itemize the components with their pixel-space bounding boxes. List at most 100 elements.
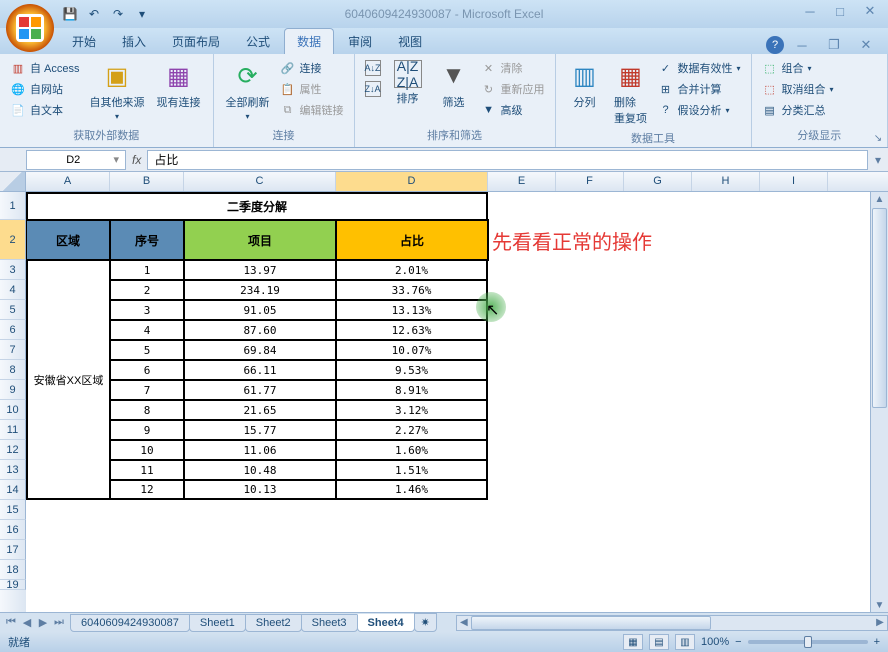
redo-button[interactable]: ↷: [108, 4, 128, 24]
sheet-tab-4[interactable]: Sheet4: [357, 614, 415, 632]
cell[interactable]: 9: [110, 420, 184, 440]
cell[interactable]: 13.13%: [336, 300, 488, 320]
doc-restore-button[interactable]: ❐: [820, 36, 848, 54]
refresh-all-button[interactable]: ⟳全部刷新▾: [222, 58, 274, 123]
tab-review[interactable]: 审阅: [336, 29, 384, 54]
row-header-9[interactable]: 9: [0, 380, 26, 400]
save-button[interactable]: 💾: [60, 4, 80, 24]
sheet-prev-button[interactable]: ◀: [20, 616, 34, 629]
tab-insert[interactable]: 插入: [110, 29, 158, 54]
sheet-tab-1[interactable]: Sheet1: [189, 614, 246, 632]
vscroll-thumb[interactable]: [872, 208, 887, 408]
col-header-G[interactable]: G: [624, 172, 692, 191]
undo-button[interactable]: ↶: [84, 4, 104, 24]
tab-home[interactable]: 开始: [60, 29, 108, 54]
cell[interactable]: 21.65: [184, 400, 336, 420]
cell[interactable]: 234.19: [184, 280, 336, 300]
existing-conn-button[interactable]: ▦现有连接: [153, 58, 205, 112]
cell[interactable]: 10.13: [184, 480, 336, 500]
group-button[interactable]: ⬚组合▾: [760, 58, 836, 78]
scroll-down-button[interactable]: ▼: [871, 598, 888, 612]
cell[interactable]: 3: [110, 300, 184, 320]
minimize-button[interactable]: ─: [796, 2, 824, 20]
cell[interactable]: 33.76%: [336, 280, 488, 300]
zoom-out-button[interactable]: −: [735, 636, 741, 648]
cell[interactable]: 4: [110, 320, 184, 340]
doc-minimize-button[interactable]: ─: [788, 36, 816, 54]
col-header-B[interactable]: B: [110, 172, 184, 191]
col-header-I[interactable]: I: [760, 172, 828, 191]
zoom-level[interactable]: 100%: [701, 636, 729, 648]
col-header-C[interactable]: C: [184, 172, 336, 191]
fx-button[interactable]: fx: [132, 153, 141, 167]
cell[interactable]: 1.46%: [336, 480, 488, 500]
new-sheet-button[interactable]: ✷: [414, 613, 437, 632]
view-normal-button[interactable]: ▦: [623, 634, 643, 650]
from-access-button[interactable]: ▥自 Access: [8, 58, 82, 78]
scroll-right-button[interactable]: ▶: [873, 616, 887, 630]
sheet-tab-0[interactable]: 6040609424930087: [70, 614, 190, 632]
row-header-8[interactable]: 8: [0, 360, 26, 380]
help-button[interactable]: ?: [766, 36, 784, 54]
consolidate-button[interactable]: ⊞合并计算: [656, 79, 743, 99]
cell[interactable]: 8: [110, 400, 184, 420]
cell[interactable]: 10.07%: [336, 340, 488, 360]
cell[interactable]: 8.91%: [336, 380, 488, 400]
row-header-2[interactable]: 2: [0, 220, 26, 260]
cell[interactable]: 9.53%: [336, 360, 488, 380]
formula-input[interactable]: 占比: [147, 150, 868, 170]
cell[interactable]: 1.51%: [336, 460, 488, 480]
col-header-D[interactable]: D: [336, 172, 488, 191]
sort-desc-button[interactable]: Z↓A: [363, 79, 383, 99]
expand-formula-bar[interactable]: ▾: [868, 153, 888, 167]
row-header-12[interactable]: 12: [0, 440, 26, 460]
ungroup-button[interactable]: ⬚取消组合▾: [760, 79, 836, 99]
sheet-tab-3[interactable]: Sheet3: [301, 614, 358, 632]
cell[interactable]: 13.97: [184, 260, 336, 280]
cell[interactable]: 项目: [184, 220, 336, 260]
col-header-H[interactable]: H: [692, 172, 760, 191]
dialog-launcher[interactable]: ↘: [871, 131, 885, 145]
cell[interactable]: 12.63%: [336, 320, 488, 340]
cell[interactable]: 安徽省XX区域: [26, 260, 110, 500]
cell[interactable]: 序号: [110, 220, 184, 260]
sort-button[interactable]: A|ZZ|A排序: [387, 58, 429, 108]
active-cell[interactable]: 占比: [336, 220, 488, 260]
cell[interactable]: 15.77: [184, 420, 336, 440]
row-header-15[interactable]: 15: [0, 500, 26, 520]
cells-area[interactable]: ↖ 二季度分解区域序号项目占比安徽省XX区域113.972.01%2234.19…: [26, 192, 888, 632]
from-web-button[interactable]: 🌐自网站: [8, 79, 82, 99]
cell[interactable]: 2.01%: [336, 260, 488, 280]
subtotal-button[interactable]: ▤分类汇总: [760, 100, 836, 120]
row-header-13[interactable]: 13: [0, 460, 26, 480]
whatif-button[interactable]: ?假设分析▾: [656, 100, 743, 120]
col-header-F[interactable]: F: [556, 172, 624, 191]
zoom-thumb[interactable]: [804, 636, 812, 648]
view-pagebreak-button[interactable]: ▥: [675, 634, 695, 650]
row-header-5[interactable]: 5: [0, 300, 26, 320]
cell[interactable]: 1.60%: [336, 440, 488, 460]
remove-duplicates-button[interactable]: ▦删除 重复项: [610, 58, 652, 128]
hscroll-thumb[interactable]: [471, 616, 711, 630]
cell[interactable]: 11.06: [184, 440, 336, 460]
cell[interactable]: 10: [110, 440, 184, 460]
cell[interactable]: 二季度分解: [26, 192, 488, 220]
office-button[interactable]: [6, 4, 54, 52]
sheet-last-button[interactable]: ⏭: [52, 616, 66, 629]
cell[interactable]: 5: [110, 340, 184, 360]
name-box[interactable]: D2▾: [26, 150, 126, 170]
close-button[interactable]: ✕: [856, 2, 884, 20]
filter-button[interactable]: ▼筛选: [433, 58, 475, 112]
view-layout-button[interactable]: ▤: [649, 634, 669, 650]
scroll-up-button[interactable]: ▲: [871, 192, 888, 206]
row-header-10[interactable]: 10: [0, 400, 26, 420]
tab-pagelayout[interactable]: 页面布局: [160, 29, 232, 54]
edit-links-button[interactable]: ⧉编辑链接: [278, 100, 346, 120]
tab-data[interactable]: 数据: [284, 28, 334, 54]
cell[interactable]: 2.27%: [336, 420, 488, 440]
maximize-button[interactable]: □: [826, 2, 854, 20]
text-to-columns-button[interactable]: ▥分列: [564, 58, 606, 112]
cell[interactable]: 69.84: [184, 340, 336, 360]
sheet-next-button[interactable]: ▶: [36, 616, 50, 629]
cell[interactable]: 11: [110, 460, 184, 480]
